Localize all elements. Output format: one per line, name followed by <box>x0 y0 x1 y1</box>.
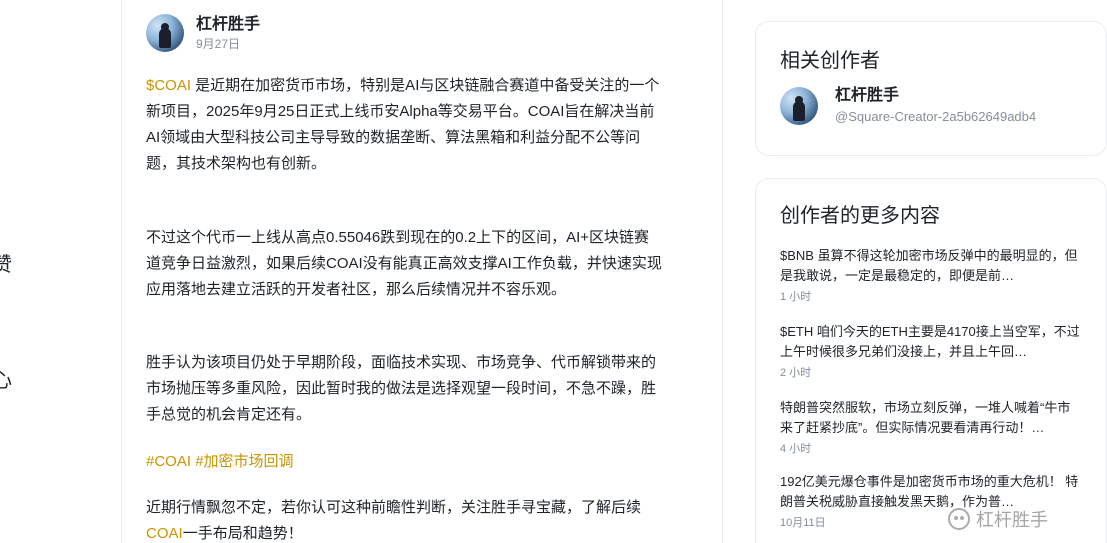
post-paragraph-2: 不过这个代币一上线从高点0.55046跌到现在的0.2上下的区间，AI+区块链赛… <box>146 225 702 303</box>
hashtag-crypto-pullback[interactable]: #加密市场回调 <box>195 453 293 470</box>
post-paragraph-3: 胜手认为该项目仍处于早期阶段，面临技术实现、市场竞争、代币解锁带来的 市场抛压等… <box>146 350 702 428</box>
avatar-figure-body <box>159 28 171 48</box>
p2-line-2: 道竞争日益激烈，如果后续COAI没有能真正高效支撑AI工作负载，并快速实现 <box>146 255 662 272</box>
more-content-card: 创作者的更多内容 $BNB 虽算不得这轮加密市场反弹中的最明显的，但是我敢说，一… <box>755 178 1107 543</box>
post-paragraph-4: 近期行情飘忽不定，若你认可这种前瞻性判断，关注胜手寻宝藏，了解后续 COAI一手… <box>146 495 702 543</box>
related-creators-card: 相关创作者 杠杆胜手 @Square-Creator-2a5b62649adb4 <box>755 21 1107 156</box>
ticker-link-coai-2[interactable]: COAI <box>146 525 183 542</box>
post-author-row: 杠杆胜手 9月27日 <box>146 14 260 52</box>
post-date: 9月27日 <box>196 36 241 51</box>
post-hashtags: #COAI #加密市场回调 <box>146 449 702 475</box>
more-item-time: 1 小时 <box>780 291 812 303</box>
rail-like-label[interactable]: 赞 <box>0 248 12 277</box>
post-paragraph-1: $COAI 是近期在加密货币市场，特别是AI与区块链融合赛道中备受关注的一个 新… <box>146 73 702 177</box>
divider-right <box>722 0 723 543</box>
rail-heart-label[interactable]: 心 <box>0 364 12 393</box>
creator-name[interactable]: 杠杆胜手 <box>835 86 1036 106</box>
watermark: 杠杆胜手 <box>948 506 1048 532</box>
p3-line-2: 市场抛压等多重风险，因此暂时我的做法是选择观望一段时间，不急不躁，胜 <box>146 380 657 397</box>
more-item[interactable]: 特朗普突然服软，市场立刻反弹，一堆人喊着“牛市来了赶紧抄底”。但实际情况要看清再… <box>780 398 1080 456</box>
p4-line-2: 一手布局和趋势！ <box>182 525 303 542</box>
more-content-title: 创作者的更多内容 <box>780 205 940 227</box>
p3-line-1: 胜手认为该项目仍处于早期阶段，面临技术实现、市场竞争、代币解锁带来的 <box>146 354 657 371</box>
creator-handle: @Square-Creator-2a5b62649adb4 <box>835 109 1037 124</box>
p1-line-2: 新项目，2025年9月25日正式上线币安Alpha等交易平台。COAI旨在解决当… <box>146 103 655 120</box>
watermark-text: 杠杆胜手 <box>976 510 1048 530</box>
p2-line-1: 不过这个代币一上线从高点0.55046跌到现在的0.2上下的区间，AI+区块链赛 <box>146 229 650 246</box>
more-item[interactable]: $ETH 咱们今天的ETH主要是4170接上当空军，不过上午时候很多兄弟们没接上… <box>780 322 1080 380</box>
ticker-link-coai[interactable]: $COAI <box>146 77 191 94</box>
post-content: 杠杆胜手 9月27日 $COAI 是近期在加密货币市场，特别是AI与区块链融合赛… <box>122 0 722 543</box>
left-rail: 赞 心 <box>0 0 20 543</box>
creator-avatar-figure-body <box>793 101 805 121</box>
more-item-time: 4 小时 <box>780 443 812 455</box>
related-creator[interactable]: 杠杆胜手 @Square-Creator-2a5b62649adb4 <box>780 86 1036 126</box>
watermark-logo-icon <box>948 508 970 530</box>
p1-line-3: AI领域由大型科技公司主导导致的数据垄断、算法黑箱和利益分配不公等问 <box>146 129 641 146</box>
p4-line-1: 近期行情飘忽不定，若你认可这种前瞻性判断，关注胜手寻宝藏，了解后续 <box>146 499 642 516</box>
related-creators-title: 相关创作者 <box>780 50 880 72</box>
author-avatar[interactable] <box>146 14 184 52</box>
p1-line-1: 是近期在加密货币市场，特别是AI与区块链融合赛道中备受关注的一个 <box>191 77 660 94</box>
p3-line-3: 手总觉的机会肯定还有。 <box>146 406 312 423</box>
p1-line-4: 题，其技术架构也有创新。 <box>146 155 327 172</box>
more-item-text[interactable]: $ETH 咱们今天的ETH主要是4170接上当空军，不过上午时候很多兄弟们没接上… <box>780 322 1080 362</box>
creator-avatar[interactable] <box>780 87 818 125</box>
more-item-time: 2 小时 <box>780 367 812 379</box>
p2-line-3: 应用落地去建立活跃的开发者社区，那么后续情况并不容乐观。 <box>146 281 567 298</box>
more-item[interactable]: $BNB 虽算不得这轮加密市场反弹中的最明显的，但是我敢说，一定是最稳定的，即便… <box>780 246 1080 304</box>
more-item-text[interactable]: $BNB 虽算不得这轮加密市场反弹中的最明显的，但是我敢说，一定是最稳定的，即便… <box>780 246 1080 286</box>
post-author-name[interactable]: 杠杆胜手 <box>196 15 260 35</box>
hashtag-coai[interactable]: #COAI <box>146 453 191 470</box>
more-item-text[interactable]: 特朗普突然服软，市场立刻反弹，一堆人喊着“牛市来了赶紧抄底”。但实际情况要看清再… <box>780 398 1080 438</box>
